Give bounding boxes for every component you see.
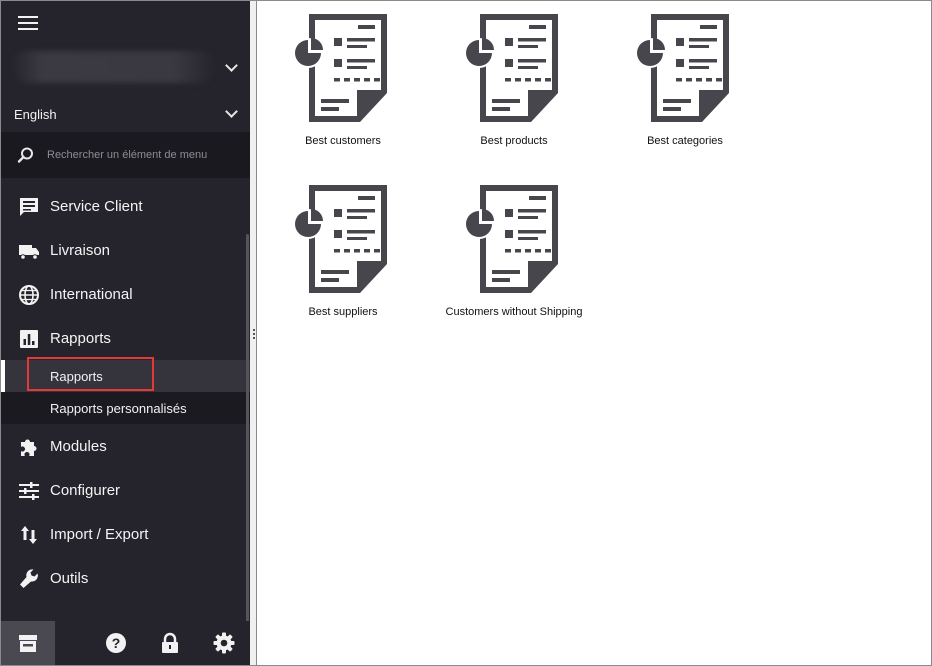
menu-item-import-export[interactable]: Import / Export [1,513,250,557]
menu-item-rapports[interactable]: Rapports [1,317,250,361]
store-button[interactable] [1,621,55,665]
search-input[interactable] [47,145,237,165]
shop-selector[interactable] [1,38,250,96]
chevron-down-icon [225,59,238,72]
menu-item-label: Livraison [50,242,110,259]
lock-button[interactable] [148,621,192,665]
report-best-customers[interactable]: Best customers [268,1,418,161]
submenu-item-rapports-personnalises[interactable]: Rapports personnalisés [1,392,250,424]
language-label: English [14,107,57,122]
active-indicator [1,360,5,392]
wrench-icon [18,568,40,590]
search-icon [17,146,35,164]
menu-item-international[interactable]: International [1,273,250,317]
sidebar-scrollbar[interactable] [246,234,249,624]
store-icon [17,633,39,653]
import-export-icon [18,524,40,546]
menu-item-label: International [50,286,133,303]
gear-icon [213,632,235,654]
report-label: Best categories [610,135,760,147]
report-document-icon [633,11,737,125]
report-label: Best products [439,135,589,147]
menu-item-label: Import / Export [50,526,148,543]
help-icon: ? [105,632,127,654]
menu-item-service-client[interactable]: Service Client [1,185,250,229]
menu-item-modules[interactable]: Modules [1,425,250,469]
report-document-icon [462,182,566,296]
svg-text:?: ? [112,635,121,651]
splitter-grip [253,333,255,335]
splitter-grip [253,329,255,331]
globe-icon [18,284,40,306]
help-button[interactable]: ? [94,621,138,665]
puzzle-icon [18,436,40,458]
report-customers-without-shipping[interactable]: Customers without Shipping [419,172,609,332]
submenu-item-label: Rapports personnalisés [50,401,187,416]
truck-icon [18,240,40,262]
reports-panel: Best customers Best products Best catego… [258,1,931,665]
menu-item-label: Rapports [50,330,111,347]
shop-name-blurred [11,51,216,83]
menu-item-label: Outils [50,570,88,587]
menu-item-label: Configurer [50,482,120,499]
highlight-annotation [27,357,154,391]
sidebar-bottom-bar: ? [1,621,250,665]
language-selector[interactable]: English [1,98,250,132]
report-document-icon [462,11,566,125]
menu-item-outils[interactable]: Outils [1,557,250,601]
report-best-products[interactable]: Best products [439,1,589,161]
menu-item-label: Service Client [50,198,143,215]
sidebar: English Service Client Livraison [1,1,250,665]
chat-icon [18,196,40,218]
menu-item-livraison[interactable]: Livraison [1,229,250,273]
bar-chart-icon [18,328,40,350]
report-label: Customers without Shipping [419,306,609,318]
menu-item-configurer[interactable]: Configurer [1,469,250,513]
report-label: Best suppliers [268,306,418,318]
report-label: Best customers [268,135,418,147]
splitter-grip [253,337,255,339]
report-best-categories[interactable]: Best categories [610,1,760,161]
menu-search [1,132,250,178]
settings-button[interactable] [202,621,246,665]
menu-item-label: Modules [50,438,107,455]
hamburger-menu-icon[interactable] [18,15,38,31]
report-best-suppliers[interactable]: Best suppliers [268,172,418,332]
lock-icon [160,632,180,654]
report-document-icon [291,182,395,296]
report-document-icon [291,11,395,125]
chevron-down-icon [225,105,238,118]
panel-splitter[interactable] [250,1,257,665]
sliders-icon [18,480,40,502]
